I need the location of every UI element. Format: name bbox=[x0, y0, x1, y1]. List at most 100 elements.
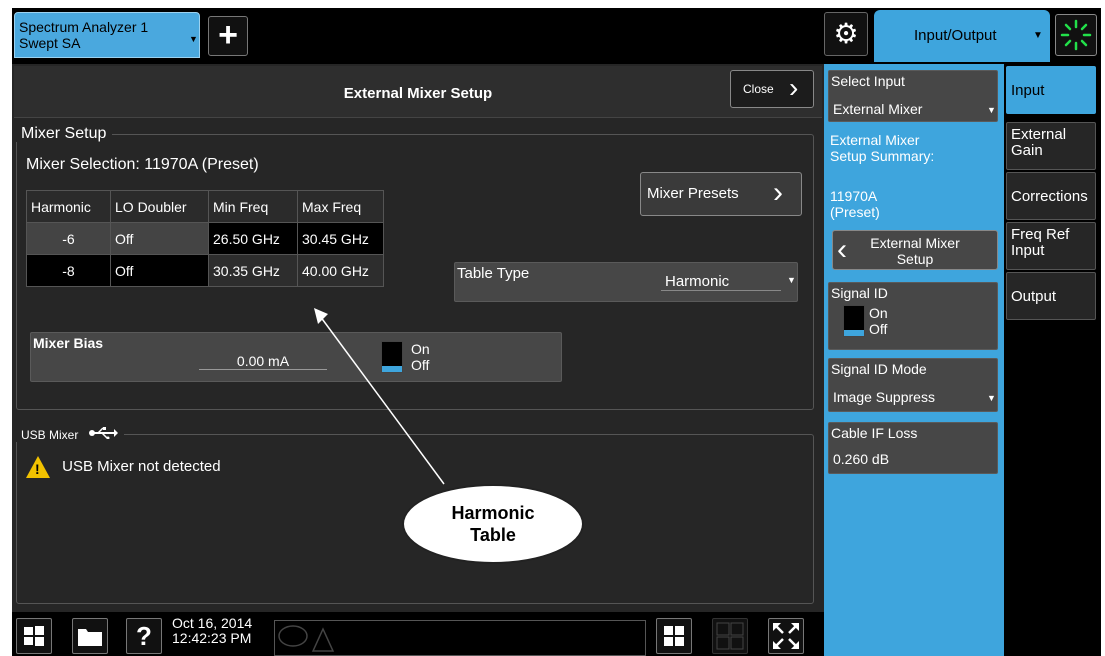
column-header: LO Doubler bbox=[110, 190, 209, 223]
table-type-dropdown[interactable]: Table Type Harmonic ▼ bbox=[454, 262, 798, 302]
back-label-line2: Setup bbox=[896, 251, 934, 267]
mixer-bias-label: Mixer Bias bbox=[33, 335, 104, 351]
warning-icon: ! bbox=[26, 456, 50, 478]
table-type-label: Table Type bbox=[457, 265, 530, 282]
tab-label-line2: Input bbox=[1011, 242, 1045, 259]
tab-label-line1: External bbox=[1011, 126, 1067, 143]
mixer-bias-value[interactable]: 0.00 mA bbox=[199, 353, 327, 370]
cable-if-loss-value[interactable]: 0.260 dB bbox=[833, 451, 889, 467]
dropdown-arrow-icon: ▼ bbox=[787, 275, 796, 285]
tab-label-line2: Gain bbox=[1011, 142, 1043, 159]
toggle-indicator bbox=[844, 330, 864, 336]
select-input-value: External Mixer bbox=[833, 101, 923, 117]
top-bar: Spectrum Analyzer 1 Swept SA ▼ + ⚙ Input… bbox=[12, 8, 1101, 64]
mixer-presets-label: Mixer Presets bbox=[647, 185, 739, 202]
usb-status-text: USB Mixer not detected bbox=[62, 457, 221, 475]
bottom-bar: ? Oct 16, 2014 12:42:23 PM bbox=[12, 612, 824, 656]
tab-output[interactable]: Output bbox=[1006, 272, 1096, 320]
fullscreen-icon[interactable] bbox=[768, 618, 804, 654]
measurement-tab-line2: Swept SA bbox=[19, 35, 81, 51]
close-button[interactable]: Close › bbox=[730, 70, 814, 108]
toggle-off-label: Off bbox=[869, 321, 888, 337]
table-cell[interactable]: 40.00 GHz bbox=[297, 254, 384, 287]
usb-icon bbox=[88, 427, 118, 442]
date-text: Oct 16, 2014 bbox=[172, 615, 253, 631]
table-cell[interactable]: 30.45 GHz bbox=[297, 222, 384, 255]
column-header: Min Freq bbox=[208, 190, 298, 223]
time-text: 12:42:23 PM bbox=[172, 630, 252, 646]
signal-id-mode-value: Image Suppress bbox=[833, 389, 935, 405]
signal-id-toggle[interactable] bbox=[843, 305, 865, 337]
callout-arrow bbox=[314, 308, 445, 485]
table-cell[interactable]: 26.50 GHz bbox=[208, 222, 298, 255]
table-row[interactable]: -6 Off 26.50 GHz 30.45 GHz bbox=[26, 222, 384, 255]
windows-icon[interactable] bbox=[16, 618, 52, 654]
tab-external-gain[interactable]: External Gain bbox=[1006, 122, 1096, 170]
dropdown-arrow-icon: ▼ bbox=[189, 34, 198, 44]
harmonic-table[interactable]: Harmonic LO Doubler Min Freq Max Freq -6… bbox=[26, 190, 384, 287]
measurement-tab[interactable]: Spectrum Analyzer 1 Swept SA ▼ bbox=[14, 12, 200, 58]
table-cell[interactable]: -8 bbox=[26, 254, 111, 287]
back-label-line1: External Mixer bbox=[870, 235, 960, 251]
chevron-right-icon: › bbox=[773, 176, 783, 209]
tab-label: Input bbox=[1011, 82, 1045, 99]
folder-icon[interactable] bbox=[72, 618, 108, 654]
busy-spinner-icon[interactable] bbox=[1055, 14, 1097, 56]
dropdown-arrow-icon: ▼ bbox=[987, 393, 996, 403]
clock: Oct 16, 2014 12:42:23 PM bbox=[172, 616, 252, 646]
column-header: Max Freq bbox=[297, 190, 384, 223]
table-cell[interactable]: Off bbox=[110, 254, 209, 287]
multi-window-icon[interactable] bbox=[712, 618, 748, 654]
signal-id-mode-dropdown[interactable]: Signal ID Mode Image Suppress ▼ bbox=[828, 358, 998, 412]
tab-input[interactable]: Input bbox=[1006, 66, 1096, 114]
table-cell[interactable]: 30.35 GHz bbox=[208, 254, 298, 287]
select-input-label: Select Input bbox=[831, 73, 905, 89]
summary-value-line1: 11970A bbox=[830, 188, 878, 204]
summary-value: 11970A (Preset) bbox=[830, 188, 880, 220]
menu-title: Input/Output bbox=[914, 27, 997, 44]
harmonic-table-callout: Harmonic Table bbox=[402, 484, 584, 564]
dialog-title: External Mixer Setup bbox=[14, 66, 822, 118]
dropdown-arrow-icon: ▼ bbox=[1033, 30, 1043, 41]
table-cell[interactable]: Off bbox=[110, 222, 209, 255]
instrument-screen: Spectrum Analyzer 1 Swept SA ▼ + ⚙ Input… bbox=[12, 8, 1101, 656]
chevron-right-icon: › bbox=[789, 72, 799, 103]
gear-icon[interactable]: ⚙ bbox=[824, 12, 868, 56]
table-cell[interactable]: -6 bbox=[26, 222, 111, 255]
callout-line1: Harmonic bbox=[451, 503, 535, 523]
menu-tab-input-output[interactable]: Input/Output ▼ bbox=[874, 10, 1050, 62]
usb-status: ! USB Mixer not detected bbox=[26, 456, 221, 478]
input-output-panel: Select Input External Mixer ▼ External M… bbox=[824, 64, 1004, 656]
dropdown-arrow-icon: ▼ bbox=[987, 105, 996, 115]
external-mixer-setup-button[interactable]: ‹ External Mixer Setup bbox=[832, 230, 998, 270]
add-screen-button[interactable]: + bbox=[208, 16, 248, 56]
tab-label-line1: Freq Ref bbox=[1011, 226, 1070, 243]
mixer-presets-button[interactable]: Mixer Presets › bbox=[640, 172, 802, 216]
table-header-row: Harmonic LO Doubler Min Freq Max Freq bbox=[26, 190, 384, 223]
tab-label: Corrections bbox=[1011, 188, 1088, 205]
group-label-usb-mixer: USB Mixer bbox=[15, 427, 124, 442]
close-label: Close bbox=[743, 82, 774, 96]
tab-corrections[interactable]: Corrections bbox=[1006, 172, 1096, 220]
toggle-on-label: On bbox=[869, 305, 888, 321]
tab-label: Output bbox=[1011, 288, 1057, 305]
signal-id-control[interactable]: Signal ID On Off bbox=[828, 282, 998, 350]
menu-tabs: Input External Gain Corrections Freq Ref… bbox=[1004, 64, 1101, 656]
usb-mixer-label: USB Mixer bbox=[21, 428, 79, 442]
summary-title-line1: External Mixer bbox=[830, 132, 920, 148]
message-area[interactable] bbox=[274, 620, 646, 656]
measurement-tab-line1: Spectrum Analyzer 1 bbox=[19, 19, 149, 35]
cable-if-loss-control[interactable]: Cable IF Loss 0.260 dB bbox=[828, 422, 998, 474]
table-row[interactable]: -8 Off 30.35 GHz 40.00 GHz bbox=[26, 254, 384, 287]
select-input-dropdown[interactable]: Select Input External Mixer ▼ bbox=[828, 70, 998, 122]
mixer-selection-text: Mixer Selection: 11970A (Preset) bbox=[26, 156, 259, 173]
summary-value-line2: (Preset) bbox=[830, 204, 880, 220]
layout-icon[interactable] bbox=[656, 618, 692, 654]
column-header: Harmonic bbox=[26, 190, 111, 223]
cable-if-loss-label: Cable IF Loss bbox=[831, 425, 918, 441]
help-icon[interactable]: ? bbox=[126, 618, 162, 654]
chevron-left-icon: ‹ bbox=[837, 233, 847, 266]
signal-id-label: Signal ID bbox=[831, 285, 888, 301]
table-type-value: Harmonic bbox=[661, 273, 781, 291]
tab-freq-ref-input[interactable]: Freq Ref Input bbox=[1006, 222, 1096, 270]
